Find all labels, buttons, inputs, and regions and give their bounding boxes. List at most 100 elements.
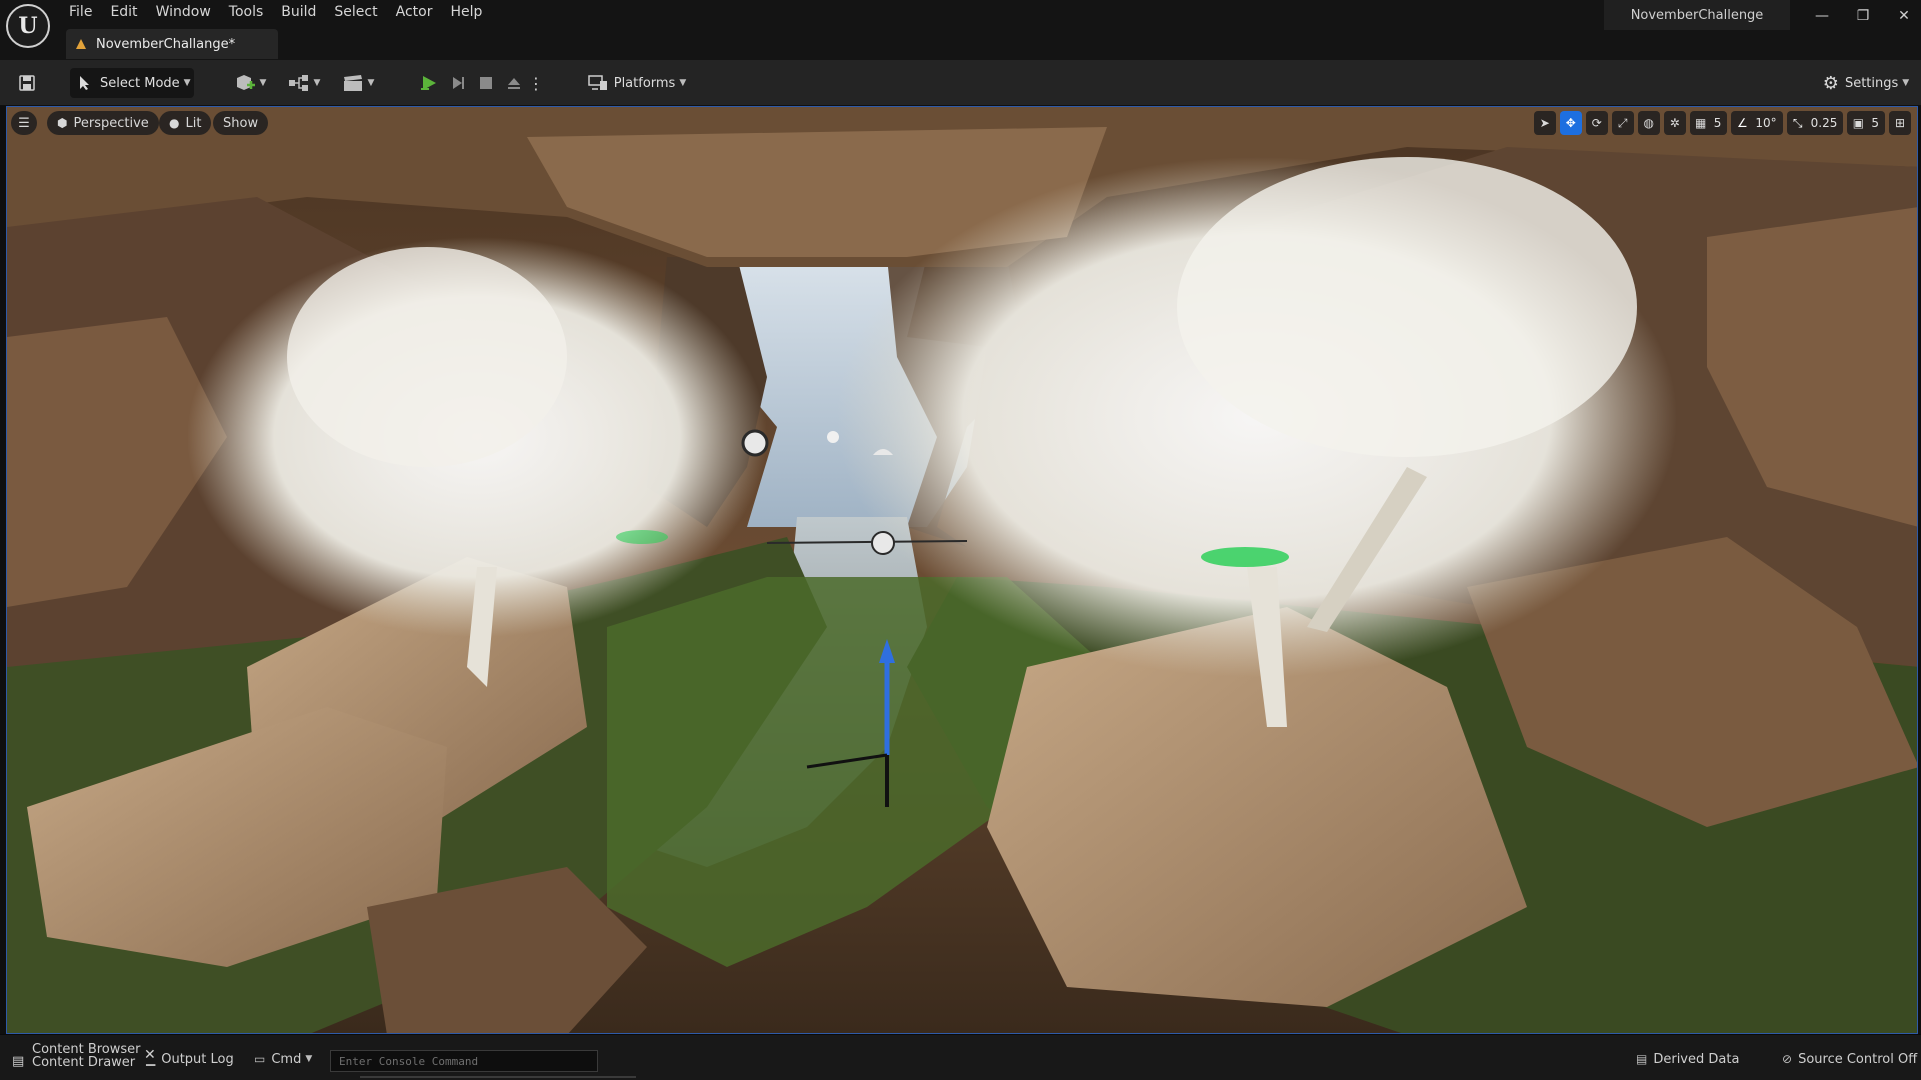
move-icon: ✥ xyxy=(1565,116,1576,130)
source-control-label: Source Control Off xyxy=(1798,1051,1918,1067)
chevron-down-icon: ▼ xyxy=(1902,78,1910,88)
settings-dropdown[interactable]: ⚙ Settings ▼ xyxy=(1818,68,1914,98)
chevron-down-icon: ▼ xyxy=(679,78,687,88)
menu-file[interactable]: File xyxy=(60,0,101,24)
restore-button[interactable]: ❐ xyxy=(1849,4,1877,28)
derived-data-icon: ▤ xyxy=(1636,1052,1648,1066)
play-icon xyxy=(421,76,436,90)
play-options-button[interactable]: ⋮ xyxy=(528,68,544,98)
cmd-label: Cmd xyxy=(271,1051,302,1067)
menu-edit[interactable]: Edit xyxy=(101,0,146,24)
rotate-tool-button[interactable]: ⟳ xyxy=(1585,111,1608,135)
output-log-label: Output Log xyxy=(161,1051,234,1067)
platforms-icon xyxy=(587,75,607,90)
rotation-snap-value: 10° xyxy=(1755,116,1777,130)
surface-snap-button[interactable]: ✲ xyxy=(1663,111,1686,135)
camera-speed-group[interactable]: ▣ 5 xyxy=(1847,111,1885,135)
save-button[interactable] xyxy=(14,68,40,98)
source-control-button[interactable]: ⊘ Source Control Off xyxy=(1782,1047,1917,1071)
output-log-button[interactable]: ▁ Output Log xyxy=(146,1047,234,1071)
perspective-label: Perspective xyxy=(73,115,149,131)
chevron-down-icon: ▼ xyxy=(183,78,191,88)
perspective-button[interactable]: ⬢ Perspective xyxy=(47,111,159,135)
menu-actor[interactable]: Actor xyxy=(387,0,442,24)
show-flags-button[interactable]: Show xyxy=(213,111,269,135)
derived-data-label: Derived Data xyxy=(1653,1051,1740,1067)
cinematics-button[interactable]: ▼ xyxy=(338,68,378,98)
angle-icon: ∠ xyxy=(1736,116,1748,130)
save-icon xyxy=(19,75,35,91)
content-drawer-button[interactable]: Content Browser Content Drawer xyxy=(10,1043,141,1073)
globe-icon: ◍ xyxy=(1643,116,1654,130)
scale-snap-icon: ⤡ xyxy=(1792,115,1803,130)
viewport-transform-toolbar: ➤ ✥ ⟳ ⤢ ◍ ✲ ▦ 5 ∠ 10° ⤡ 0.25 ▣ 5 ⊞ xyxy=(1533,111,1911,135)
select-tool-button[interactable]: ➤ xyxy=(1533,111,1556,135)
console-command-input[interactable] xyxy=(330,1050,598,1072)
more-options-icon: ⋮ xyxy=(528,73,544,93)
rotate-icon: ⟳ xyxy=(1591,116,1602,130)
project-name: NovemberChallenge xyxy=(1604,0,1790,30)
stop-button[interactable] xyxy=(472,68,500,98)
menu-help[interactable]: Help xyxy=(441,0,491,24)
lit-sphere-icon: ● xyxy=(169,116,180,130)
play-button[interactable] xyxy=(414,68,444,98)
step-forward-icon xyxy=(453,77,464,89)
eject-button[interactable] xyxy=(500,68,528,98)
viewport-scene[interactable] xyxy=(7,107,1918,1034)
scale-tool-button[interactable]: ⤢ xyxy=(1611,111,1634,135)
unreal-logo[interactable]: U xyxy=(6,4,50,48)
close-window-button[interactable]: ✕ xyxy=(1890,4,1918,28)
advance-frame-button[interactable] xyxy=(444,68,472,98)
minimize-button[interactable]: — xyxy=(1808,4,1836,28)
level-tab[interactable]: NovemberChallange* xyxy=(66,29,278,59)
scale-snap-group[interactable]: ⤡ 0.25 xyxy=(1786,111,1844,135)
lit-label: Lit xyxy=(185,115,202,131)
add-actor-button[interactable]: ▼ xyxy=(230,68,270,98)
viewport-options-button[interactable]: ☰ xyxy=(11,111,37,135)
scale-icon: ⤢ xyxy=(1617,115,1628,130)
platforms-label: Platforms xyxy=(613,75,676,91)
chevron-down-icon: ▼ xyxy=(367,78,375,88)
grid-snap-group[interactable]: ▦ 5 xyxy=(1689,111,1728,135)
view-mode-button[interactable]: ● Lit xyxy=(159,111,212,135)
settings-label: Settings xyxy=(1844,75,1899,91)
menu-select[interactable]: Select xyxy=(325,0,386,24)
cmd-dropdown[interactable]: ▭ Cmd ▼ xyxy=(254,1047,312,1071)
camera-icon: ▣ xyxy=(1852,116,1865,130)
source-control-off-icon: ⊘ xyxy=(1782,1052,1793,1066)
level-tab-label: NovemberChallange* xyxy=(96,36,236,52)
status-progress-line xyxy=(360,1076,636,1078)
world-space-button[interactable]: ◍ xyxy=(1637,111,1660,135)
layout-grid-icon: ⊞ xyxy=(1894,116,1906,130)
scale-snap-value: 0.25 xyxy=(1810,116,1838,130)
show-label: Show xyxy=(223,115,259,131)
chevron-down-icon: ▼ xyxy=(305,1054,313,1064)
level-viewport[interactable]: ☰ ⬢ Perspective ● Lit Show ➤ ✥ ⟳ ⤢ ◍ ✲ ▦… xyxy=(6,106,1918,1034)
chevron-down-icon: ▼ xyxy=(313,78,321,88)
menu-build[interactable]: Build xyxy=(272,0,325,24)
cursor-icon xyxy=(80,76,89,90)
grid-icon: ▦ xyxy=(1695,116,1707,130)
content-drawer-label: Content Drawer xyxy=(32,1055,136,1070)
hamburger-icon: ☰ xyxy=(18,115,30,131)
translate-tool-button[interactable]: ✥ xyxy=(1559,111,1582,135)
gear-icon: ⚙ xyxy=(1822,72,1839,94)
grid-snap-value: 5 xyxy=(1713,116,1722,130)
select-mode-dropdown[interactable]: Select Mode ▼ xyxy=(70,68,194,98)
main-toolbar: Select Mode ▼ ▼ ▼ ▼ ⋮ Platforms ▼ ⚙ Sett… xyxy=(0,60,1921,106)
status-bar: Content Browser Content Drawer ▤ ✕ ▁ Out… xyxy=(0,1034,1921,1080)
menu-window[interactable]: Window xyxy=(147,0,220,24)
menu-bar: File Edit Window Tools Build Select Acto… xyxy=(60,0,491,24)
chevron-down-icon: ▼ xyxy=(259,78,267,88)
menu-tools[interactable]: Tools xyxy=(220,0,273,24)
stop-icon xyxy=(480,77,492,89)
viewport-layout-button[interactable]: ⊞ xyxy=(1889,111,1911,135)
blueprint-button[interactable]: ▼ xyxy=(284,68,324,98)
camera-cube-icon: ⬢ xyxy=(57,116,68,130)
folder-icon: ▤ xyxy=(12,1053,25,1069)
derived-data-button[interactable]: ▤ Derived Data xyxy=(1636,1047,1739,1071)
platforms-dropdown[interactable]: Platforms ▼ xyxy=(582,68,692,98)
title-bar: U File Edit Window Tools Build Select Ac… xyxy=(0,0,1921,60)
rotation-snap-group[interactable]: ∠ 10° xyxy=(1731,111,1783,135)
log-icon: ▁ xyxy=(146,1052,156,1066)
